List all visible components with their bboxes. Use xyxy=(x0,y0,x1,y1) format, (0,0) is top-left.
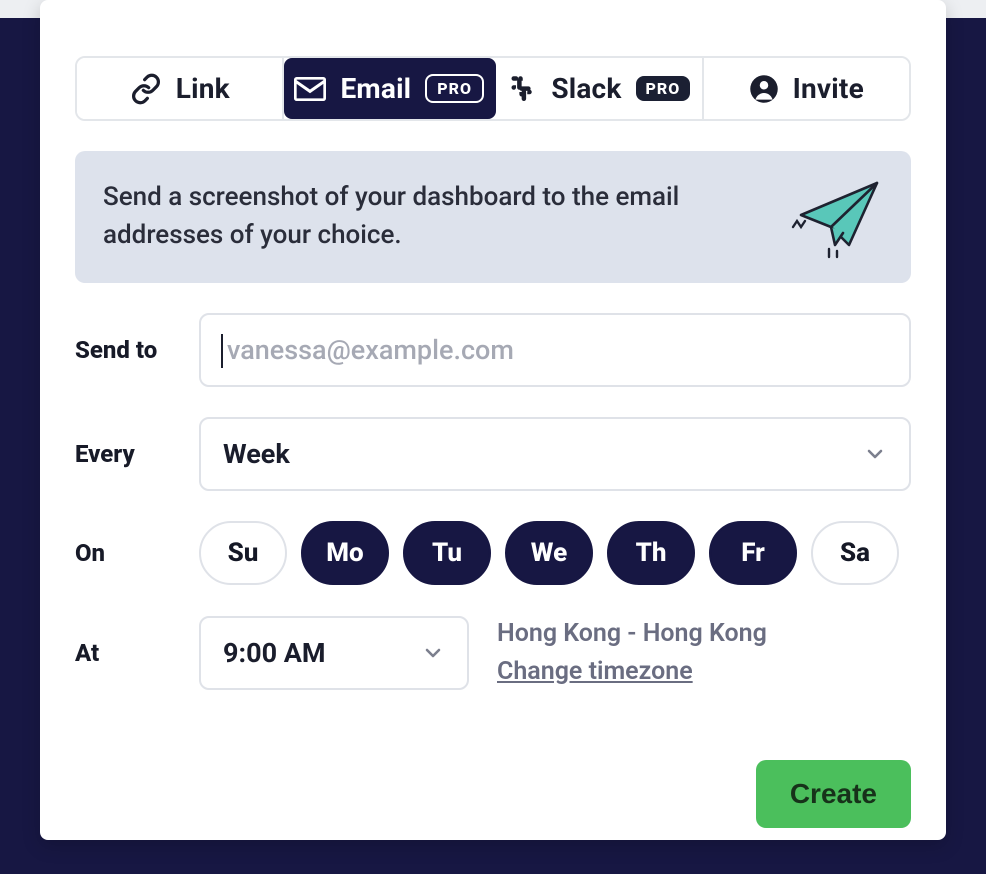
create-button[interactable]: Create xyxy=(756,760,911,828)
day-mo[interactable]: Mo xyxy=(301,521,389,585)
day-fr[interactable]: Fr xyxy=(709,521,797,585)
time-select[interactable]: 9:00 AM xyxy=(199,616,469,690)
timezone-value: Hong Kong - Hong Kong xyxy=(497,615,767,653)
time-value: 9:00 AM xyxy=(223,637,326,669)
label-every: Every xyxy=(75,440,199,468)
every-value: Week xyxy=(223,438,290,470)
link-icon xyxy=(130,73,162,105)
row-every: Every Week xyxy=(75,417,911,491)
text-cursor xyxy=(221,334,223,368)
day-th[interactable]: Th xyxy=(607,521,695,585)
slack-pro-badge: PRO xyxy=(636,76,691,101)
send-to-input[interactable]: vanessa@example.com xyxy=(199,313,911,387)
label-send-to: Send to xyxy=(75,336,199,364)
tab-invite[interactable]: Invite xyxy=(704,58,909,119)
email-icon xyxy=(294,77,326,101)
send-to-placeholder: vanessa@example.com xyxy=(227,334,514,366)
every-select[interactable]: Week xyxy=(199,417,911,491)
email-pro-badge: PRO xyxy=(425,74,484,103)
timezone-block: Hong Kong - Hong Kong Change timezone xyxy=(497,615,767,690)
tab-email-label: Email xyxy=(340,72,411,105)
info-banner: Send a screenshot of your dashboard to t… xyxy=(75,151,911,283)
user-icon xyxy=(749,74,779,104)
tab-slack-label: Slack xyxy=(551,72,621,105)
label-on: On xyxy=(75,539,199,567)
day-su[interactable]: Su xyxy=(199,521,287,585)
row-on: On Su Mo Tu We Th Fr Sa xyxy=(75,521,911,585)
label-at: At xyxy=(75,639,199,667)
banner-text: Send a screenshot of your dashboard to t… xyxy=(103,179,767,254)
modal-footer: Create xyxy=(75,760,911,828)
day-we[interactable]: We xyxy=(505,521,593,585)
paper-plane-icon xyxy=(787,175,883,259)
change-timezone-link[interactable]: Change timezone xyxy=(497,653,767,691)
day-picker: Su Mo Tu We Th Fr Sa xyxy=(199,521,899,585)
tab-invite-label: Invite xyxy=(793,72,864,105)
day-tu[interactable]: Tu xyxy=(403,521,491,585)
share-tabs: Link Email PRO Slack PRO Invite xyxy=(75,56,911,121)
tab-email[interactable]: Email PRO xyxy=(284,58,496,119)
chevron-down-icon xyxy=(421,641,445,665)
tab-link[interactable]: Link xyxy=(77,58,284,119)
day-sa[interactable]: Sa xyxy=(811,521,899,585)
slack-icon xyxy=(507,74,537,104)
share-modal: Link Email PRO Slack PRO Invite xyxy=(40,0,946,840)
chevron-down-icon xyxy=(863,442,887,466)
tab-link-label: Link xyxy=(176,72,230,105)
tab-slack[interactable]: Slack PRO xyxy=(496,58,703,119)
row-at: At 9:00 AM Hong Kong - Hong Kong Change … xyxy=(75,615,911,690)
row-send-to: Send to vanessa@example.com xyxy=(75,313,911,387)
